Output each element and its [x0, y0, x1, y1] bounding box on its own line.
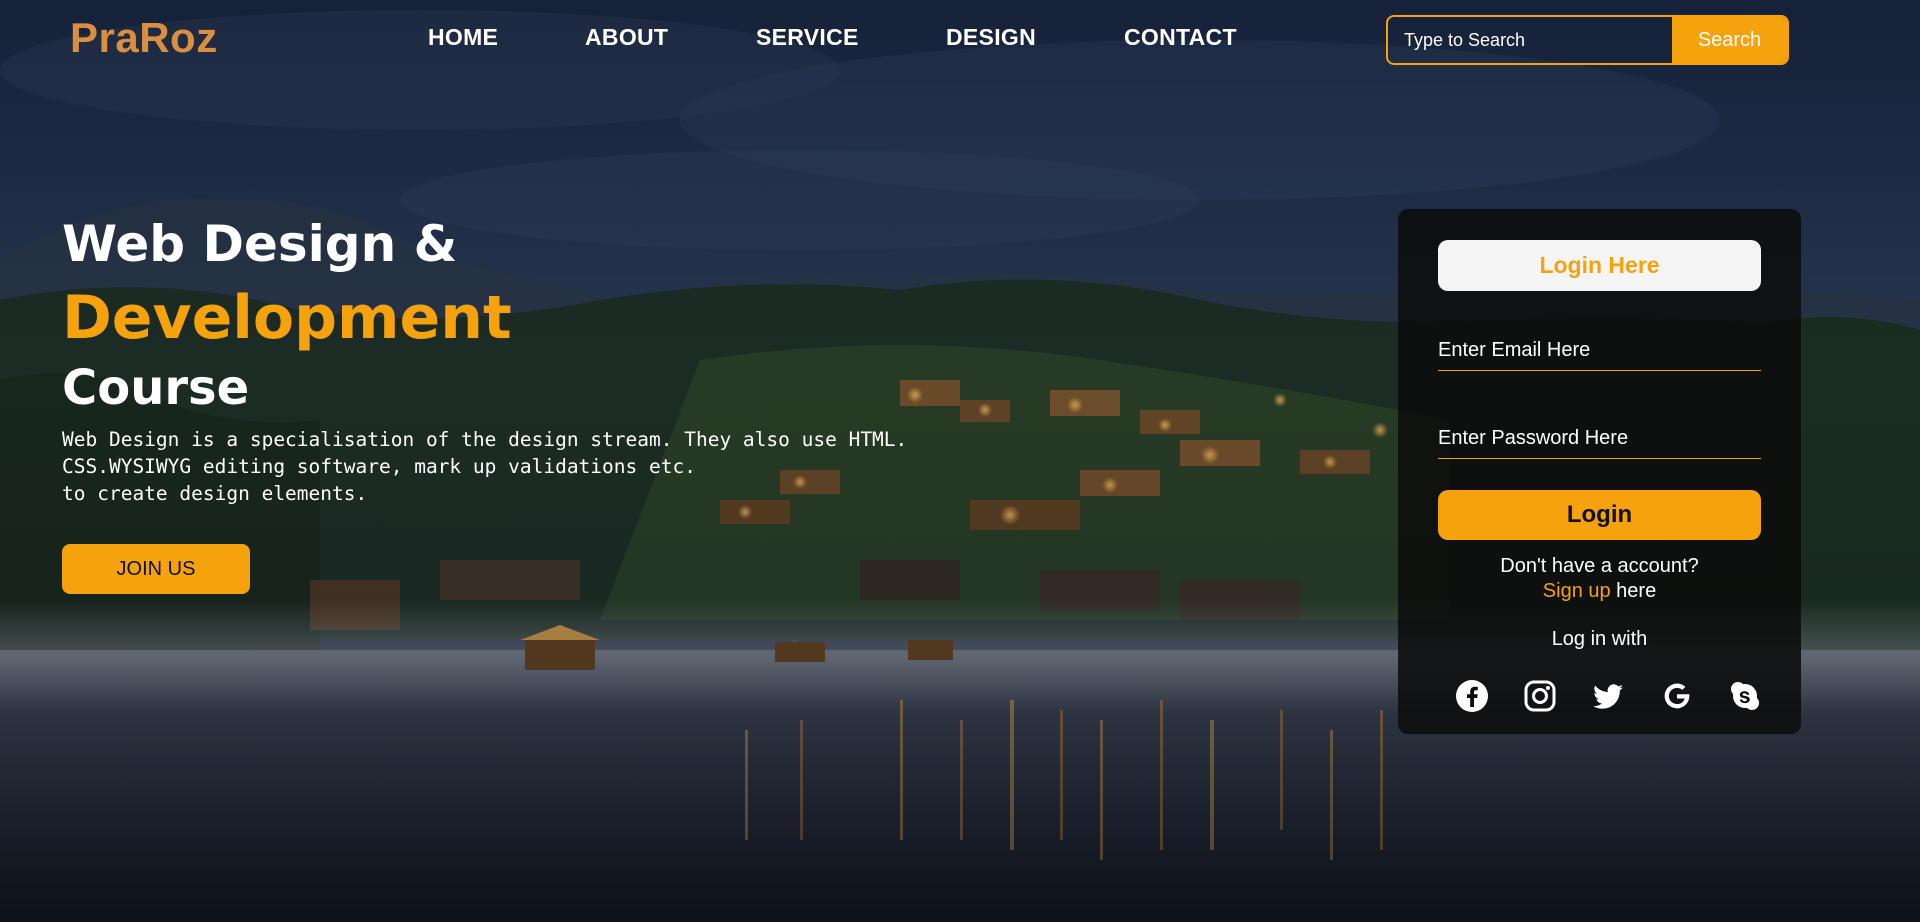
search-bar: Search	[1386, 15, 1789, 65]
hero-title-line1: Web Design &	[62, 215, 458, 273]
nav-item-home[interactable]: HOME	[428, 24, 498, 51]
signup-link[interactable]: Sign up	[1543, 580, 1611, 602]
facebook-icon[interactable]	[1447, 671, 1497, 721]
nav-item-service[interactable]: SERVICE	[756, 24, 859, 51]
no-account-text: Don't have a account?	[1500, 555, 1699, 577]
email-field[interactable]	[1438, 331, 1761, 371]
login-card-title: Login Here	[1438, 240, 1761, 291]
join-us-button[interactable]: JOIN US	[62, 544, 250, 594]
password-field[interactable]	[1438, 419, 1761, 459]
social-login-row	[1398, 671, 1801, 721]
nav-item-about[interactable]: ABOUT	[585, 24, 668, 51]
search-button[interactable]: Search	[1672, 17, 1787, 63]
skype-icon[interactable]	[1720, 671, 1770, 721]
hero-title-line3: Course	[62, 360, 250, 416]
twitter-icon[interactable]	[1583, 671, 1633, 721]
nav-item-design[interactable]: DESIGN	[946, 24, 1036, 51]
search-input[interactable]	[1388, 17, 1672, 63]
nav-item-contact[interactable]: CONTACT	[1124, 24, 1237, 51]
instagram-icon[interactable]	[1515, 671, 1565, 721]
signup-suffix: here	[1610, 580, 1657, 602]
login-card: Login Here Login Don't have a account? S…	[1398, 209, 1801, 734]
brand-logo[interactable]: PraRoz	[70, 14, 218, 62]
signup-prompt: Don't have a account? Sign up here	[1398, 554, 1801, 604]
hero-section: Web Design & Development Course Web Desi…	[62, 212, 907, 507]
login-button[interactable]: Login	[1438, 490, 1761, 540]
top-navbar: PraRoz HOME ABOUT SERVICE DESIGN CONTACT…	[0, 0, 1920, 80]
login-with-text: Log in with	[1551, 628, 1648, 650]
google-icon[interactable]	[1652, 671, 1702, 721]
hero-description: Web Design is a specialisation of the de…	[62, 428, 908, 505]
hero-title-highlight: Development	[62, 283, 512, 353]
